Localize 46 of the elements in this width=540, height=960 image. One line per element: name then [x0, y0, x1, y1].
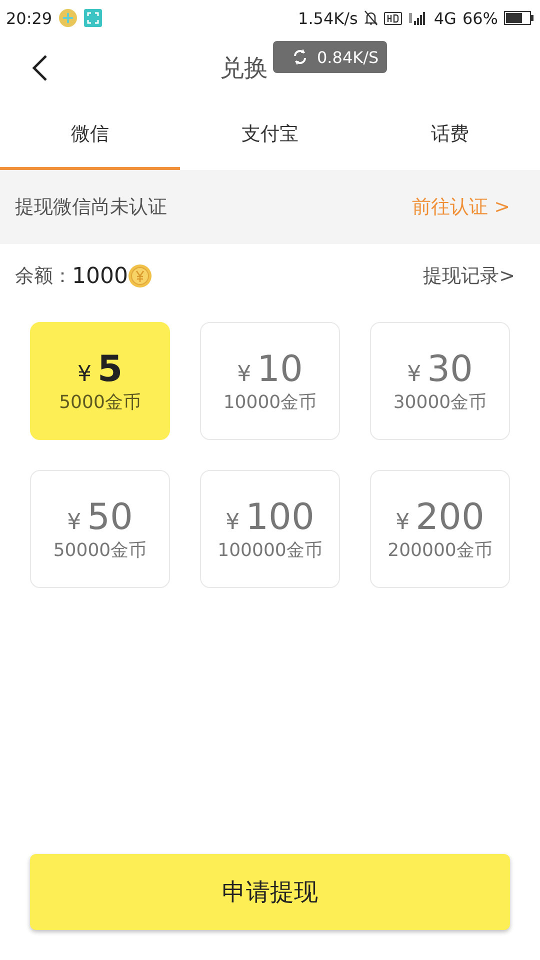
- amount-option[interactable]: ¥ 200 200000金币: [370, 470, 510, 588]
- app-circle-icon: [58, 8, 78, 28]
- amount-value: 100: [246, 496, 314, 538]
- coin-icon: [128, 264, 152, 288]
- coin-amount: 5000金币: [59, 390, 141, 414]
- network-speed: 1.54K/s: [298, 8, 358, 28]
- tab[interactable]: 支付宝: [180, 100, 360, 170]
- amount-value: 5: [97, 348, 123, 390]
- amount-option[interactable]: ¥ 10 10000金币: [200, 322, 340, 440]
- currency-sign: ¥: [237, 362, 252, 386]
- page-title: 兑换: [220, 53, 268, 84]
- withdraw-history-link[interactable]: 提现记录>: [423, 263, 515, 289]
- coin-amount: 50000金币: [53, 538, 147, 562]
- currency-sign: ¥: [67, 510, 82, 534]
- currency-sign: ¥: [226, 510, 240, 534]
- battery-percent: 66%: [462, 8, 498, 28]
- network-type: 4G: [434, 8, 456, 28]
- currency-sign: ¥: [77, 362, 92, 386]
- coin-amount: 30000金币: [393, 390, 487, 414]
- amount-option[interactable]: ¥ 100 100000金币: [200, 470, 340, 588]
- amount-option[interactable]: ¥ 50 50000金币: [30, 470, 170, 588]
- amount-value: 10: [257, 348, 303, 390]
- submit-button[interactable]: 申请提现: [30, 854, 510, 930]
- amount-value: 30: [427, 348, 473, 390]
- back-icon[interactable]: [32, 54, 48, 82]
- amount-option[interactable]: ¥ 30 30000金币: [370, 322, 510, 440]
- signal-icon: [408, 11, 428, 25]
- coin-amount: 10000金币: [223, 390, 317, 414]
- currency-sign: ¥: [396, 510, 410, 534]
- balance-label: 余额：: [15, 264, 72, 289]
- coin-amount: 200000金币: [388, 538, 492, 562]
- battery-icon: [504, 11, 534, 25]
- amount-value: 50: [87, 496, 133, 538]
- tab[interactable]: 话费: [360, 100, 540, 170]
- hd-icon: [384, 12, 402, 24]
- amount-value: 200: [416, 496, 484, 538]
- toast-text: 0.84K/S: [317, 48, 379, 66]
- currency-sign: ¥: [407, 362, 422, 386]
- clock-time: 20:29: [6, 8, 52, 28]
- refresh-icon: [291, 47, 309, 67]
- bell-muted-icon: [364, 10, 378, 26]
- amount-option[interactable]: ¥ 5 5000金币: [30, 322, 170, 440]
- balance-value: 1000: [72, 264, 128, 288]
- coin-amount: 100000金币: [218, 538, 322, 562]
- notice-text: 提现微信尚未认证: [15, 195, 167, 220]
- scan-icon: [84, 9, 102, 27]
